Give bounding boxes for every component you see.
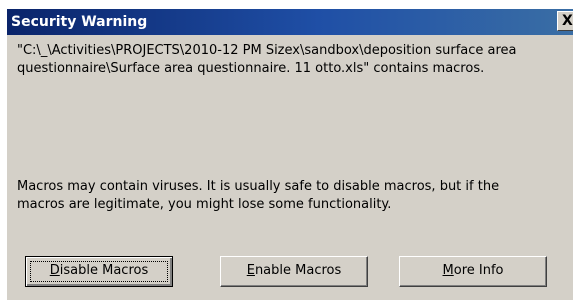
- macro-path-message-line-1: "C:\_\Activities\PROJECTS\2010-12 PM Siz…: [17, 43, 517, 58]
- security-warning-dialog: Security Warning X "C:\_\Activities\PROJ…: [6, 8, 573, 300]
- macro-virus-warning-line-1: Macros may contain viruses. It is usuall…: [17, 179, 500, 194]
- title-bar[interactable]: Security Warning X: [7, 9, 573, 35]
- macro-virus-warning: Macros may contain viruses. It is usuall…: [17, 178, 573, 214]
- enable-macros-label: Enable Macros: [246, 263, 342, 278]
- macro-path-message: "C:\_\Activities\PROJECTS\2010-12 PM Siz…: [17, 42, 573, 78]
- macro-path-message-line-2: questionnaire\Surface area questionnaire…: [17, 61, 485, 76]
- macro-virus-warning-line-2: macros are legitimate, you might lose so…: [17, 197, 392, 212]
- dialog-title: Security Warning: [11, 14, 148, 30]
- close-button[interactable]: X: [557, 11, 573, 31]
- disable-macros-button[interactable]: Disable Macros: [25, 256, 173, 287]
- enable-macros-button[interactable]: Enable Macros: [220, 256, 368, 287]
- disable-macros-label: Disable Macros: [49, 263, 149, 278]
- more-info-label: More Info: [442, 263, 504, 278]
- more-info-button[interactable]: More Info: [399, 256, 547, 287]
- close-icon: X: [562, 13, 573, 29]
